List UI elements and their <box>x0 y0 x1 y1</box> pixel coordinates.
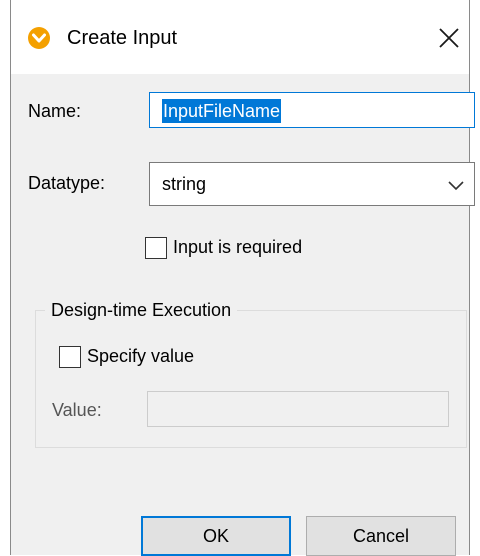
close-icon <box>439 28 459 48</box>
datatype-label: Datatype: <box>28 173 106 193</box>
create-input-dialog: Create Input Name: InputFileName Datatyp… <box>10 0 475 556</box>
input-required-checkbox[interactable] <box>145 237 167 259</box>
name-label: Name: <box>28 101 82 121</box>
datatype-selected-value: string <box>162 174 207 194</box>
ok-button[interactable]: OK <box>141 516 291 556</box>
design-time-execution-group <box>35 310 467 448</box>
name-field-value: InputFileName <box>162 99 282 123</box>
specify-value-checkbox[interactable] <box>59 346 81 368</box>
name-field[interactable]: InputFileName <box>149 92 475 128</box>
value-field[interactable] <box>147 391 449 427</box>
design-time-execution-title: Design-time Execution <box>45 298 238 322</box>
value-label: Value: <box>52 400 102 420</box>
dialog-title: Create Input <box>67 27 178 49</box>
cancel-button[interactable]: Cancel <box>306 516 456 556</box>
specify-value-label[interactable]: Specify value <box>87 346 194 367</box>
close-button[interactable] <box>433 18 465 54</box>
input-required-label[interactable]: Input is required <box>173 237 302 258</box>
mapforce-logo-icon <box>28 27 50 49</box>
title-bar: Create Input <box>11 0 469 74</box>
chevron-down-icon <box>448 181 464 191</box>
datatype-select[interactable]: string <box>149 162 475 206</box>
